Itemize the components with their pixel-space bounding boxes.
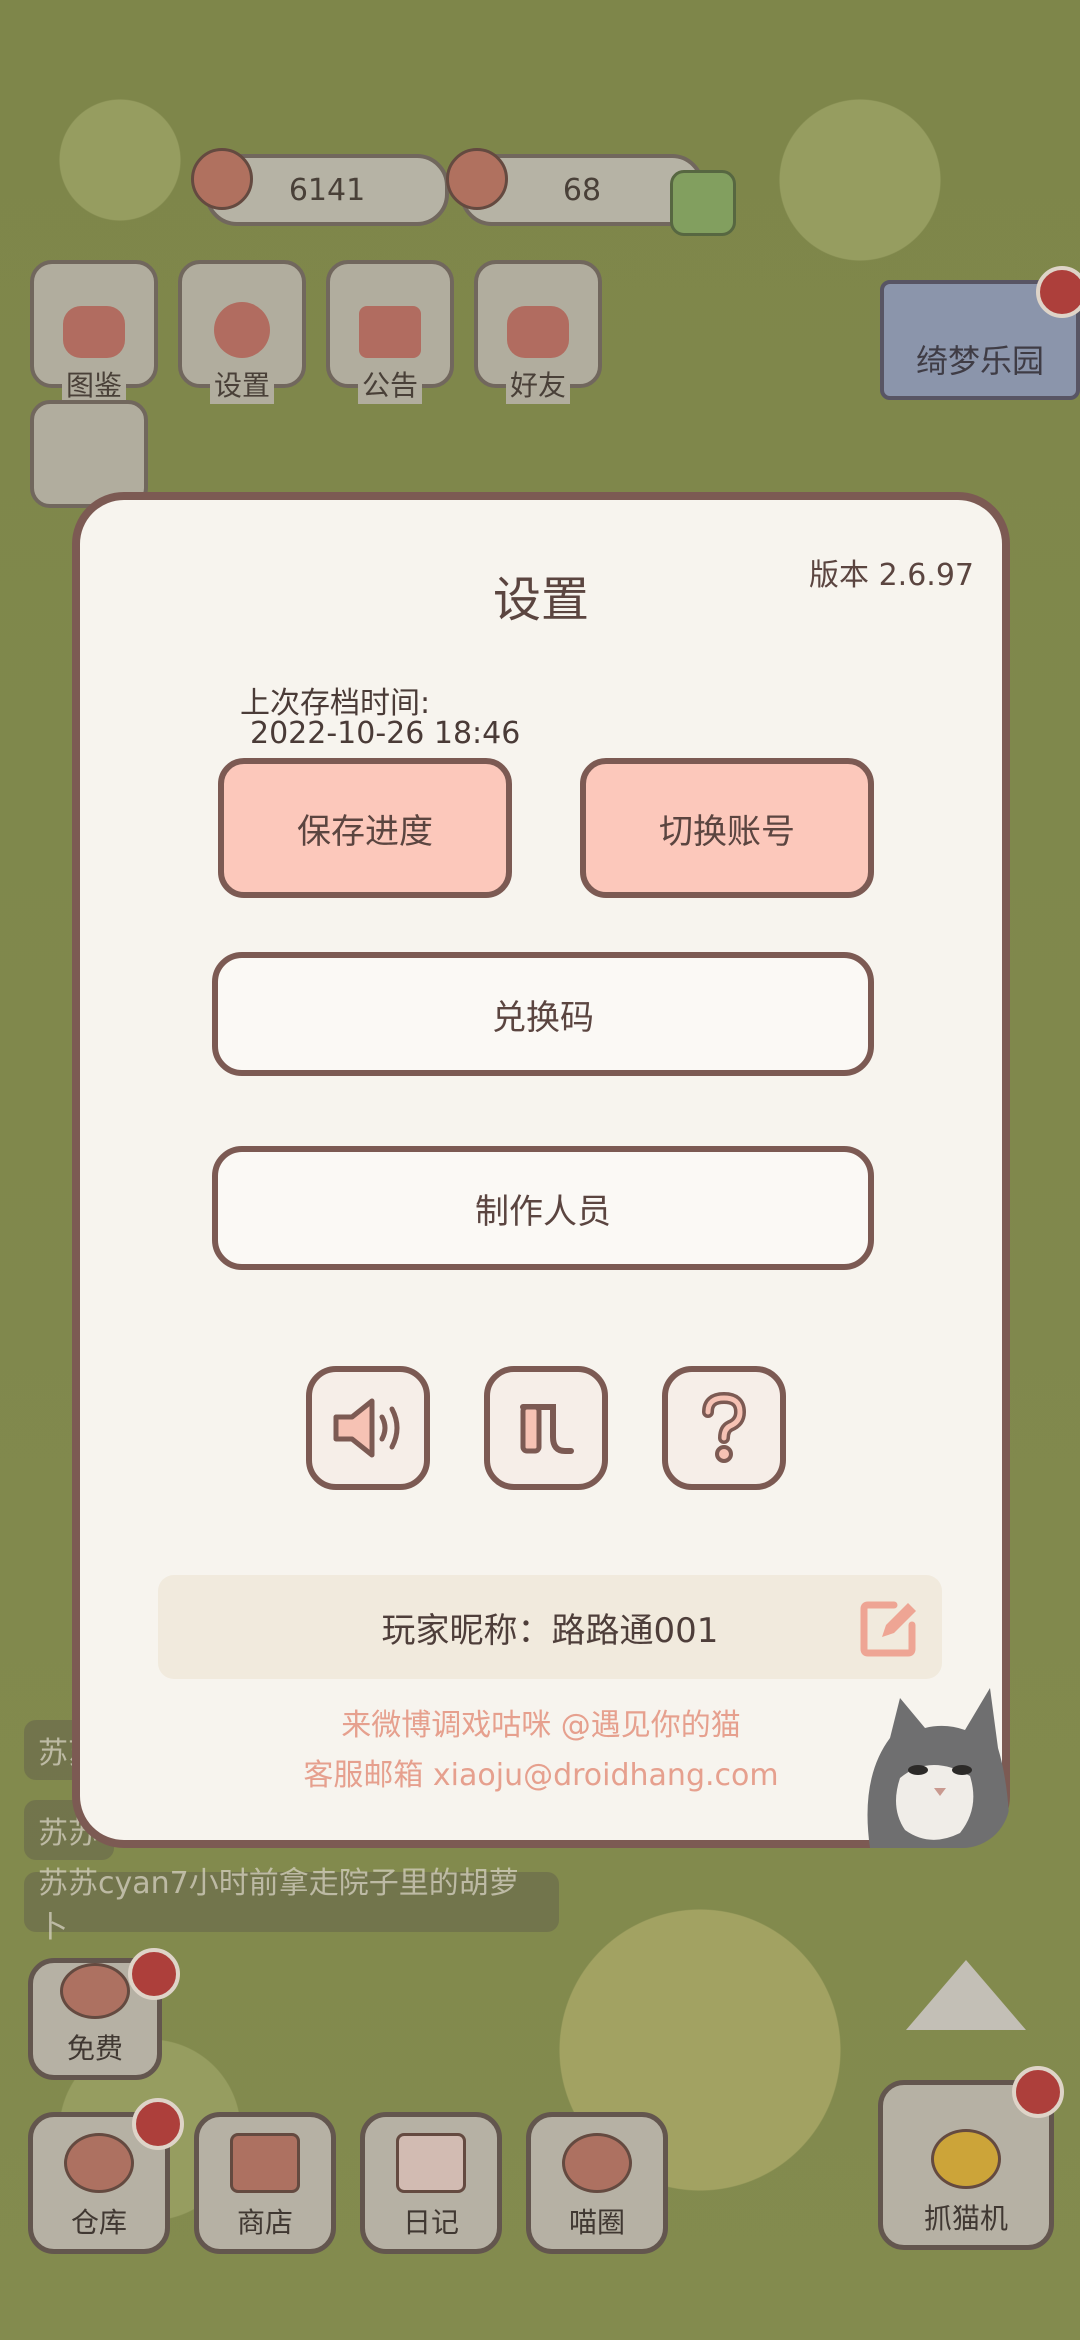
sound-icon — [333, 1398, 400, 1458]
cat-photo — [860, 1658, 1010, 1848]
redeem-code-button[interactable]: 兑换码 — [212, 952, 874, 1076]
nickname-bar: 玩家昵称：路路通001 — [158, 1575, 942, 1679]
music-icon — [520, 1404, 574, 1454]
music-toggle-button[interactable] — [484, 1366, 608, 1490]
credits-button[interactable]: 制作人员 — [212, 1146, 874, 1270]
settings-dialog: 设置 版本 2.6.97 上次存档时间: 2022-10-26 18:46 保存… — [72, 492, 1010, 1848]
version-label: 版本 2.6.97 — [809, 558, 974, 593]
help-button[interactable] — [662, 1366, 786, 1490]
edit-icon[interactable] — [858, 1597, 920, 1659]
help-icon — [702, 1391, 747, 1463]
save-progress-button[interactable]: 保存进度 — [218, 758, 512, 898]
switch-account-button[interactable]: 切换账号 — [580, 758, 874, 898]
nickname-label: 玩家昵称：路路通001 — [381, 1610, 719, 1651]
sound-toggle-button[interactable] — [306, 1366, 430, 1490]
last-save-time: 2022-10-26 18:46 — [250, 716, 521, 751]
